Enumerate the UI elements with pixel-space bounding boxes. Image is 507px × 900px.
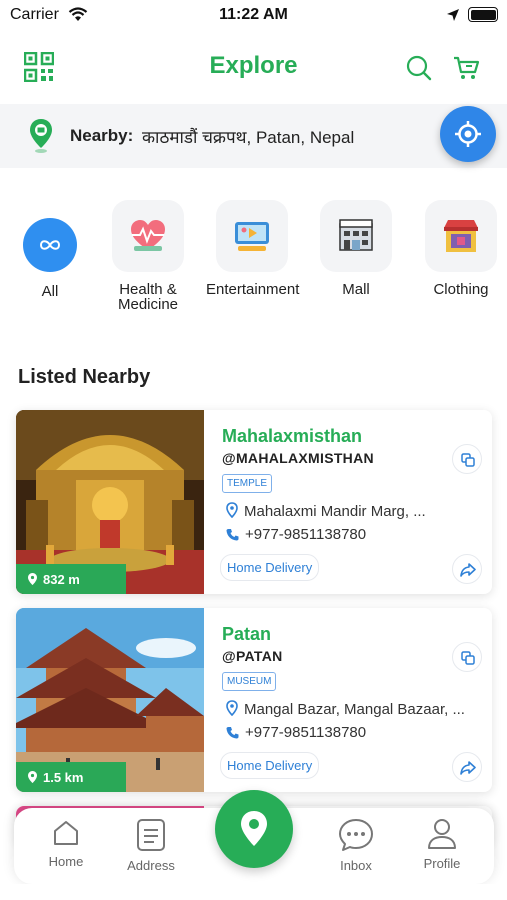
tv-icon xyxy=(235,222,269,251)
cart-icon[interactable] xyxy=(452,54,480,82)
category-label: Health & Medicine xyxy=(117,281,179,313)
address-text: Mangal Bazar, Mangal Bazaar, ... xyxy=(244,701,465,718)
category-all[interactable]: All xyxy=(4,200,96,299)
address-text: Mahalaxmi Mandir Marg, ... xyxy=(244,503,426,520)
battery-icon xyxy=(468,7,498,22)
nav-home[interactable]: Home xyxy=(26,818,106,869)
locate-me-button[interactable] xyxy=(440,106,496,162)
nav-inbox[interactable]: Inbox xyxy=(316,818,396,873)
map-pin-icon xyxy=(226,502,238,519)
crosshair-icon xyxy=(455,121,481,147)
heart-pulse-icon xyxy=(131,220,165,251)
share-icon xyxy=(460,563,476,577)
distance-badge: 832 m xyxy=(16,564,126,594)
user-icon xyxy=(428,819,456,849)
home-icon xyxy=(54,821,78,845)
nearby-location-value: काठमाडौं चक्रपथ, Patan, Nepal xyxy=(142,128,355,147)
category-label: Mall xyxy=(342,281,370,298)
share-button[interactable] xyxy=(452,554,482,584)
category-list: All Health & Medicine Entertainment Mall… xyxy=(0,200,507,320)
category-tag: MUSEUM xyxy=(222,672,277,691)
copy-button[interactable] xyxy=(452,642,482,672)
listing-card[interactable]: 1.5 km Patan @PATAN MUSEUM Mangal Bazar,… xyxy=(16,608,492,792)
temple-photo: 832 m xyxy=(16,410,204,594)
nav-label: Inbox xyxy=(340,858,372,873)
category-clothing[interactable]: Clothing xyxy=(415,200,507,297)
copy-icon xyxy=(461,453,475,467)
category-label: Entertainment xyxy=(206,281,300,298)
pagoda-photo: 1.5 km xyxy=(16,608,204,792)
chat-bubble-icon xyxy=(339,819,373,851)
phone-icon xyxy=(226,727,239,739)
map-fab-button[interactable] xyxy=(215,790,293,868)
category-health-medicine[interactable]: Health & Medicine xyxy=(102,200,194,312)
listing-phone[interactable]: +977-9851138780 xyxy=(226,526,366,543)
infinity-icon xyxy=(23,218,77,272)
listing-address: Mahalaxmi Mandir Marg, ... xyxy=(226,502,426,520)
listing-name[interactable]: Mahalaxmisthan xyxy=(222,426,362,447)
map-pin-icon xyxy=(241,811,267,846)
category-label: All xyxy=(41,283,59,300)
address-book-icon xyxy=(137,819,165,851)
listing-address: Mangal Bazar, Mangal Bazaar, ... xyxy=(226,700,465,718)
listing-handle: @MAHALAXMISTHAN xyxy=(222,450,374,466)
category-tag: TEMPLE xyxy=(222,474,273,493)
shop-icon xyxy=(444,220,478,252)
home-indicator-area xyxy=(0,884,507,900)
section-title: Listed Nearby xyxy=(18,366,151,388)
clock: 11:22 AM xyxy=(219,6,288,23)
app-header: Explore xyxy=(0,40,507,96)
map-pin-icon xyxy=(28,771,37,783)
map-pin-icon xyxy=(28,573,37,585)
mall-icon xyxy=(339,219,373,251)
phone-text: +977-9851138780 xyxy=(245,526,367,543)
home-delivery-chip[interactable]: Home Delivery xyxy=(220,554,320,581)
share-button[interactable] xyxy=(452,752,482,782)
category-entertainment[interactable]: Entertainment xyxy=(206,200,300,298)
nav-label: Home xyxy=(48,854,84,869)
listing-phone[interactable]: +977-9851138780 xyxy=(226,724,366,741)
nav-profile[interactable]: Profile xyxy=(402,818,482,871)
nav-label: Profile xyxy=(423,856,461,871)
nav-label: Address xyxy=(127,858,175,873)
phone-icon xyxy=(226,529,239,541)
copy-button[interactable] xyxy=(452,444,482,474)
map-pin-icon xyxy=(30,119,52,153)
copy-icon xyxy=(461,651,475,665)
listing-name[interactable]: Patan xyxy=(222,624,271,645)
nearby-location-bar[interactable]: Nearby: काठमाडौं चक्रपथ, Patan, Nepal xyxy=(0,104,507,168)
search-icon[interactable] xyxy=(405,54,433,82)
nearby-label: Nearby: xyxy=(70,126,134,145)
location-arrow-icon xyxy=(447,9,459,21)
home-delivery-chip[interactable]: Home Delivery xyxy=(220,752,320,779)
listing-handle: @PATAN xyxy=(222,648,283,664)
category-mall[interactable]: Mall xyxy=(310,200,402,297)
listing-card[interactable]: 832 m Mahalaxmisthan @MAHALAXMISTHAN TEM… xyxy=(16,410,492,594)
category-label: Clothing xyxy=(433,281,489,298)
distance-badge: 1.5 km xyxy=(16,762,126,792)
distance-value: 832 m xyxy=(43,572,80,587)
map-pin-icon xyxy=(226,700,238,717)
distance-value: 1.5 km xyxy=(43,770,84,785)
phone-text: +977-9851138780 xyxy=(245,724,367,741)
share-icon xyxy=(460,761,476,775)
nav-address[interactable]: Address xyxy=(111,818,191,873)
status-bar: Carrier 11:22 AM xyxy=(0,0,507,30)
